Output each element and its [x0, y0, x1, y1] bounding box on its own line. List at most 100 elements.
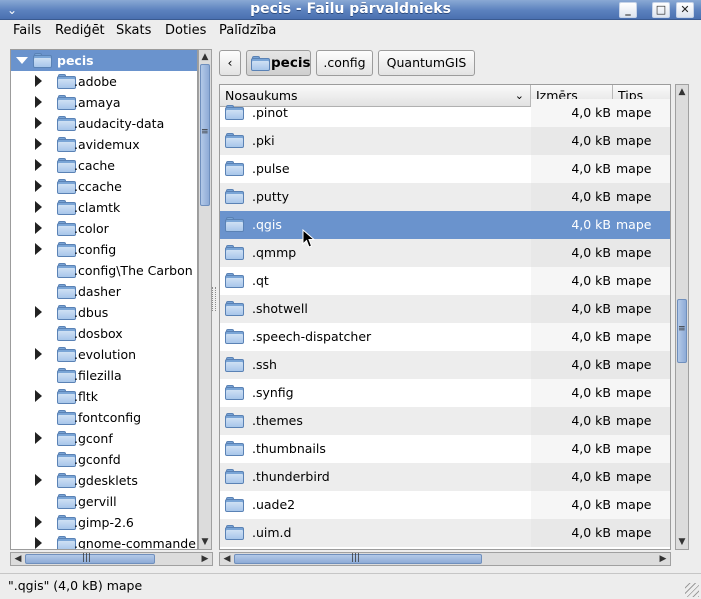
file-row[interactable]: .qt 4,0 kB mape	[220, 267, 670, 295]
scroll-down-icon[interactable]: ▼	[199, 535, 211, 549]
file-row[interactable]: .uade2 4,0 kB mape	[220, 491, 670, 519]
tree-item[interactable]: .gconfd	[11, 449, 197, 470]
file-row[interactable]: .thumbnails 4,0 kB mape	[220, 435, 670, 463]
menu-fails[interactable]: Fails	[13, 23, 41, 38]
list-hscrollbar[interactable]: ◀ ||| ▶	[219, 552, 671, 566]
expand-arrow-icon[interactable]	[35, 96, 42, 108]
file-row[interactable]: .pinot 4,0 kB mape	[220, 99, 670, 127]
menu-doties[interactable]: Doties	[165, 23, 206, 38]
expand-arrow-icon[interactable]	[35, 348, 42, 360]
path-back-button[interactable]: ‹	[219, 50, 241, 76]
tree-vscrollbar[interactable]: ▲ ≡ ▼	[198, 49, 212, 550]
tree-item[interactable]: .dbus	[11, 302, 197, 323]
expand-arrow-icon[interactable]	[35, 243, 42, 255]
collapse-arrow-icon[interactable]	[16, 57, 28, 64]
scroll-left-icon[interactable]: ◀	[220, 553, 234, 565]
folder-tree[interactable]: pecis .adobe .amaya .audacity-data .avidemu…	[10, 49, 198, 550]
tree-item[interactable]: .gimp-2.6	[11, 512, 197, 533]
resize-grip-icon[interactable]	[685, 583, 699, 597]
tree-item[interactable]: .dosbox	[11, 323, 197, 344]
tree-item[interactable]: .gconf	[11, 428, 197, 449]
maximize-button[interactable]: □	[652, 2, 670, 18]
file-row[interactable]: .pki 4,0 kB mape	[220, 127, 670, 155]
expand-arrow-icon[interactable]	[35, 117, 42, 129]
tree-item[interactable]: .gdesklets	[11, 470, 197, 491]
tree-item-root[interactable]: pecis	[11, 50, 197, 71]
file-row[interactable]: .synfig 4,0 kB mape	[220, 379, 670, 407]
tree-item[interactable]: .clamtk	[11, 197, 197, 218]
list-hscroll-thumb[interactable]: |||	[234, 553, 482, 564]
menu-rediget[interactable]: Rediģēt	[55, 23, 105, 38]
scroll-up-icon[interactable]: ▲	[199, 50, 211, 64]
expand-arrow-icon[interactable]	[35, 75, 42, 87]
expand-arrow-icon[interactable]	[35, 432, 42, 444]
expand-arrow-icon[interactable]	[35, 306, 42, 318]
tree-item[interactable]: .cache	[11, 155, 197, 176]
scroll-right-icon[interactable]: ▶	[198, 553, 212, 565]
file-row[interactable]: .ssh 4,0 kB mape	[220, 351, 670, 379]
tree-hscroll-thumb[interactable]: |||	[25, 553, 155, 564]
menu-skats[interactable]: Skats	[116, 23, 151, 38]
tree-item-label: .amaya	[74, 95, 121, 110]
scroll-right-icon[interactable]: ▶	[656, 553, 670, 565]
file-row[interactable]: .putty 4,0 kB mape	[220, 183, 670, 211]
file-size: 4,0 kB	[571, 105, 611, 120]
expand-arrow-icon[interactable]	[35, 159, 42, 171]
file-row[interactable]: .qgis 4,0 kB mape	[220, 211, 670, 239]
expand-arrow-icon[interactable]	[35, 222, 42, 234]
tree-item[interactable]: .adobe	[11, 71, 197, 92]
list-scroll-thumb[interactable]: ≡	[677, 299, 687, 363]
expand-arrow-icon[interactable]	[35, 138, 42, 150]
tree-item[interactable]: .dasher	[11, 281, 197, 302]
file-type: mape	[616, 413, 652, 428]
tree-item[interactable]: .evolution	[11, 344, 197, 365]
expand-arrow-icon[interactable]	[35, 390, 42, 402]
expand-arrow-icon[interactable]	[35, 516, 42, 528]
tree-item[interactable]: .gervill	[11, 491, 197, 512]
path-crumb-config[interactable]: .config	[316, 50, 373, 76]
folder-icon	[225, 133, 244, 148]
menu-palidziba[interactable]: Palīdzība	[219, 23, 276, 38]
expand-arrow-icon[interactable]	[35, 537, 42, 549]
folder-icon	[225, 105, 244, 120]
tree-item[interactable]: .amaya	[11, 92, 197, 113]
tree-item[interactable]: .audacity-data	[11, 113, 197, 134]
tree-hscrollbar[interactable]: ◀ ||| ▶	[10, 552, 213, 566]
expand-arrow-icon[interactable]	[35, 201, 42, 213]
file-row[interactable]: .pulse 4,0 kB mape	[220, 155, 670, 183]
path-crumb-quantumgis[interactable]: QuantumGIS	[378, 50, 475, 76]
file-row[interactable]: .uim.d 4,0 kB mape	[220, 519, 670, 547]
file-type: mape	[616, 273, 652, 288]
expand-arrow-icon[interactable]	[35, 474, 42, 486]
scroll-left-icon[interactable]: ◀	[11, 553, 25, 565]
tree-scroll-thumb[interactable]: ≡	[200, 64, 210, 206]
tree-item[interactable]: .fltk	[11, 386, 197, 407]
tree-item[interactable]: .ccache	[11, 176, 197, 197]
scroll-up-icon[interactable]: ▲	[676, 85, 688, 99]
pane-resize-handle[interactable]	[212, 287, 216, 311]
file-row[interactable]: .thunderbird 4,0 kB mape	[220, 463, 670, 491]
tree-item-label: .gdesklets	[74, 473, 138, 488]
expand-arrow-icon[interactable]	[35, 180, 42, 192]
tree-item[interactable]: .config\The Carbon	[11, 260, 197, 281]
tree-item[interactable]: .color	[11, 218, 197, 239]
tree-item[interactable]: .gnome-commande	[11, 533, 197, 549]
tree-item[interactable]: .avidemux	[11, 134, 197, 155]
file-row[interactable]: .qmmp 4,0 kB mape	[220, 239, 670, 267]
file-row[interactable]: .shotwell 4,0 kB mape	[220, 295, 670, 323]
file-name: .thunderbird	[252, 469, 330, 484]
close-button[interactable]: ✕	[676, 2, 694, 18]
title-bar[interactable]: ⌄ pecis - Failu pārvaldnieks _ □ ✕	[0, 0, 701, 20]
path-crumb-pecis[interactable]: pecis	[246, 50, 311, 76]
tree-item-label: .fontconfig	[74, 410, 142, 425]
minimize-button[interactable]: _	[619, 2, 637, 18]
tree-item[interactable]: .config	[11, 239, 197, 260]
file-size: 4,0 kB	[571, 441, 611, 456]
file-row[interactable]: .themes 4,0 kB mape	[220, 407, 670, 435]
scroll-down-icon[interactable]: ▼	[676, 535, 688, 549]
tree-item[interactable]: .fontconfig	[11, 407, 197, 428]
file-list[interactable]: Nosaukums ⌄ Izmērs Tips .pinot 4,0 kB mape…	[219, 84, 671, 550]
tree-item[interactable]: .filezilla	[11, 365, 197, 386]
file-row[interactable]: .speech-dispatcher 4,0 kB mape	[220, 323, 670, 351]
list-vscrollbar[interactable]: ▲ ≡ ▼	[675, 84, 689, 550]
